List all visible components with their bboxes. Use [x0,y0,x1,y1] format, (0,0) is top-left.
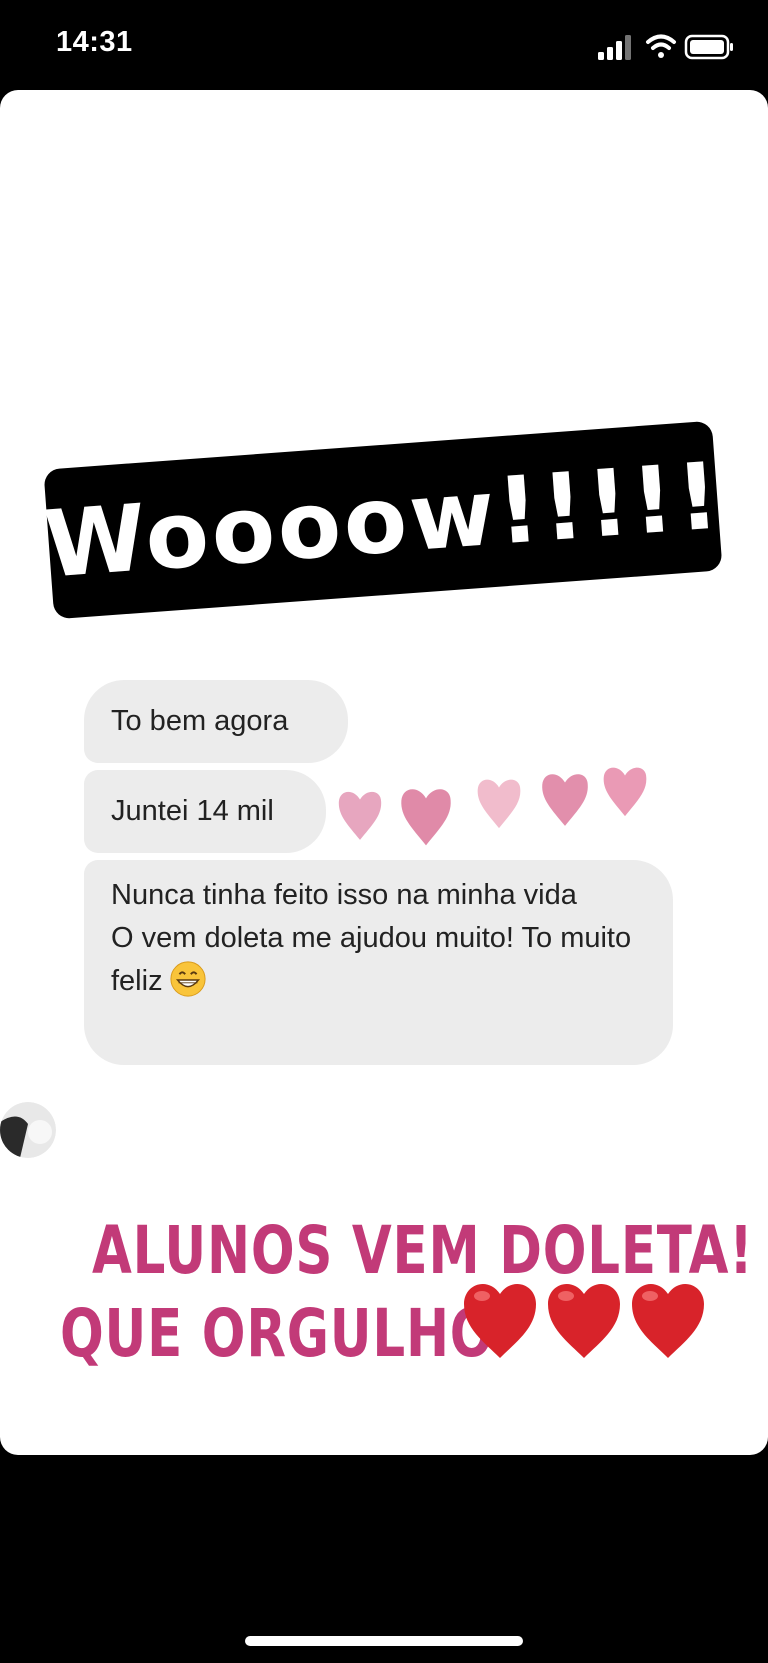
message-text: Juntei 14 mil [111,795,274,827]
sticker-text: Woooow!!!!! [40,441,726,599]
pink-heart-icon [542,774,588,826]
home-indicator[interactable] [245,1636,523,1646]
message-text: To bem agora [111,705,289,737]
story-card[interactable]: Woooow!!!!! To bem agora Juntei 14 mil N… [0,90,768,1455]
battery-icon [684,34,733,60]
chat-bubble: Nunca tinha feito isso na minha vida O v… [84,860,673,1065]
wifi-icon [646,34,676,58]
status-bar: 14:31 [0,0,768,90]
grinning-face-icon [170,961,206,997]
chat-bubble: To bem agora [84,680,348,763]
cellular-signal-icon [598,35,631,60]
message-text: Nunca tinha feito isso na minha vida [111,879,577,911]
red-heart-icon [548,1283,620,1358]
pink-heart-icon [401,789,451,846]
status-time: 14:31 [56,26,133,58]
pink-heart-icon [338,791,382,840]
red-heart-icon [464,1283,536,1358]
red-hearts [464,1283,704,1358]
chat-bubble: Juntei 14 mil [84,770,326,853]
avatar [0,1102,56,1158]
wow-sticker: Woooow!!!!! [41,420,725,620]
pink-heart-icon [477,779,521,829]
red-heart-icon [632,1283,704,1358]
status-icons [598,32,738,62]
pink-heart-icon [603,767,647,817]
